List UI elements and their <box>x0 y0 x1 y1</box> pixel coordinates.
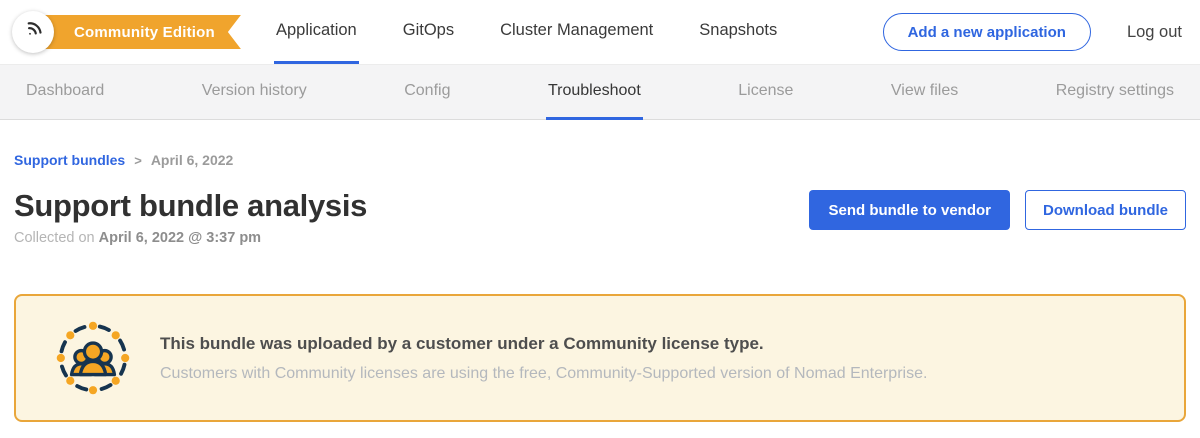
app-logo[interactable] <box>12 11 54 53</box>
community-edition-label: Community Edition <box>74 24 215 41</box>
subnav-item-troubleshoot[interactable]: Troubleshoot <box>546 65 643 120</box>
brand: Community Edition <box>12 0 250 64</box>
replicated-logo-icon <box>20 17 46 48</box>
subnav-item-config[interactable]: Config <box>402 65 452 120</box>
send-bundle-to-vendor-button[interactable]: Send bundle to vendor <box>809 190 1010 230</box>
header-right: Add a new application Log out <box>883 13 1182 51</box>
notice-text: This bundle was uploaded by a customer u… <box>160 334 927 383</box>
breadcrumb-current-bundle: April 6, 2022 <box>151 152 234 168</box>
notice-subtitle: Customers with Community licenses are us… <box>160 365 927 383</box>
notice-title: This bundle was uploaded by a customer u… <box>160 334 927 354</box>
add-new-application-button[interactable]: Add a new application <box>883 13 1091 51</box>
community-license-notice: This bundle was uploaded by a customer u… <box>14 294 1186 422</box>
main-content: Support bundles > April 6, 2022 Support … <box>0 120 1200 422</box>
top-tab-cluster-management[interactable]: Cluster Management <box>498 0 655 64</box>
collected-date: April 6, 2022 @ 3:37 pm <box>99 230 261 246</box>
subnav-item-license[interactable]: License <box>736 65 795 120</box>
title-row: Support bundle analysis Collected on Apr… <box>14 188 1186 246</box>
logout-link[interactable]: Log out <box>1127 23 1182 42</box>
subnav-item-dashboard[interactable]: Dashboard <box>24 65 106 120</box>
subnav-item-version-history[interactable]: Version history <box>200 65 309 120</box>
community-people-icon <box>54 319 132 397</box>
top-tab-application[interactable]: Application <box>274 0 359 64</box>
download-bundle-button[interactable]: Download bundle <box>1025 190 1186 230</box>
breadcrumb-separator: > <box>134 153 142 168</box>
breadcrumb: Support bundles > April 6, 2022 <box>14 152 1186 168</box>
top-nav: Application GitOps Cluster Management Sn… <box>274 0 779 64</box>
page-title: Support bundle analysis <box>14 188 367 224</box>
breadcrumb-support-bundles-link[interactable]: Support bundles <box>14 152 125 168</box>
subnav-item-view-files[interactable]: View files <box>889 65 960 120</box>
top-tab-gitops[interactable]: GitOps <box>401 0 456 64</box>
community-edition-badge: Community Edition <box>38 15 241 49</box>
collected-timestamp: Collected on April 6, 2022 @ 3:37 pm <box>14 230 367 246</box>
app-sub-nav: Dashboard Version history Config Trouble… <box>0 64 1200 120</box>
bundle-actions: Send bundle to vendor Download bundle <box>809 190 1186 230</box>
title-block: Support bundle analysis Collected on Apr… <box>14 188 367 246</box>
subnav-item-registry-settings[interactable]: Registry settings <box>1054 65 1176 120</box>
top-header: Community Edition Application GitOps Clu… <box>0 0 1200 64</box>
collected-prefix: Collected on <box>14 230 95 246</box>
top-tab-snapshots[interactable]: Snapshots <box>697 0 779 64</box>
